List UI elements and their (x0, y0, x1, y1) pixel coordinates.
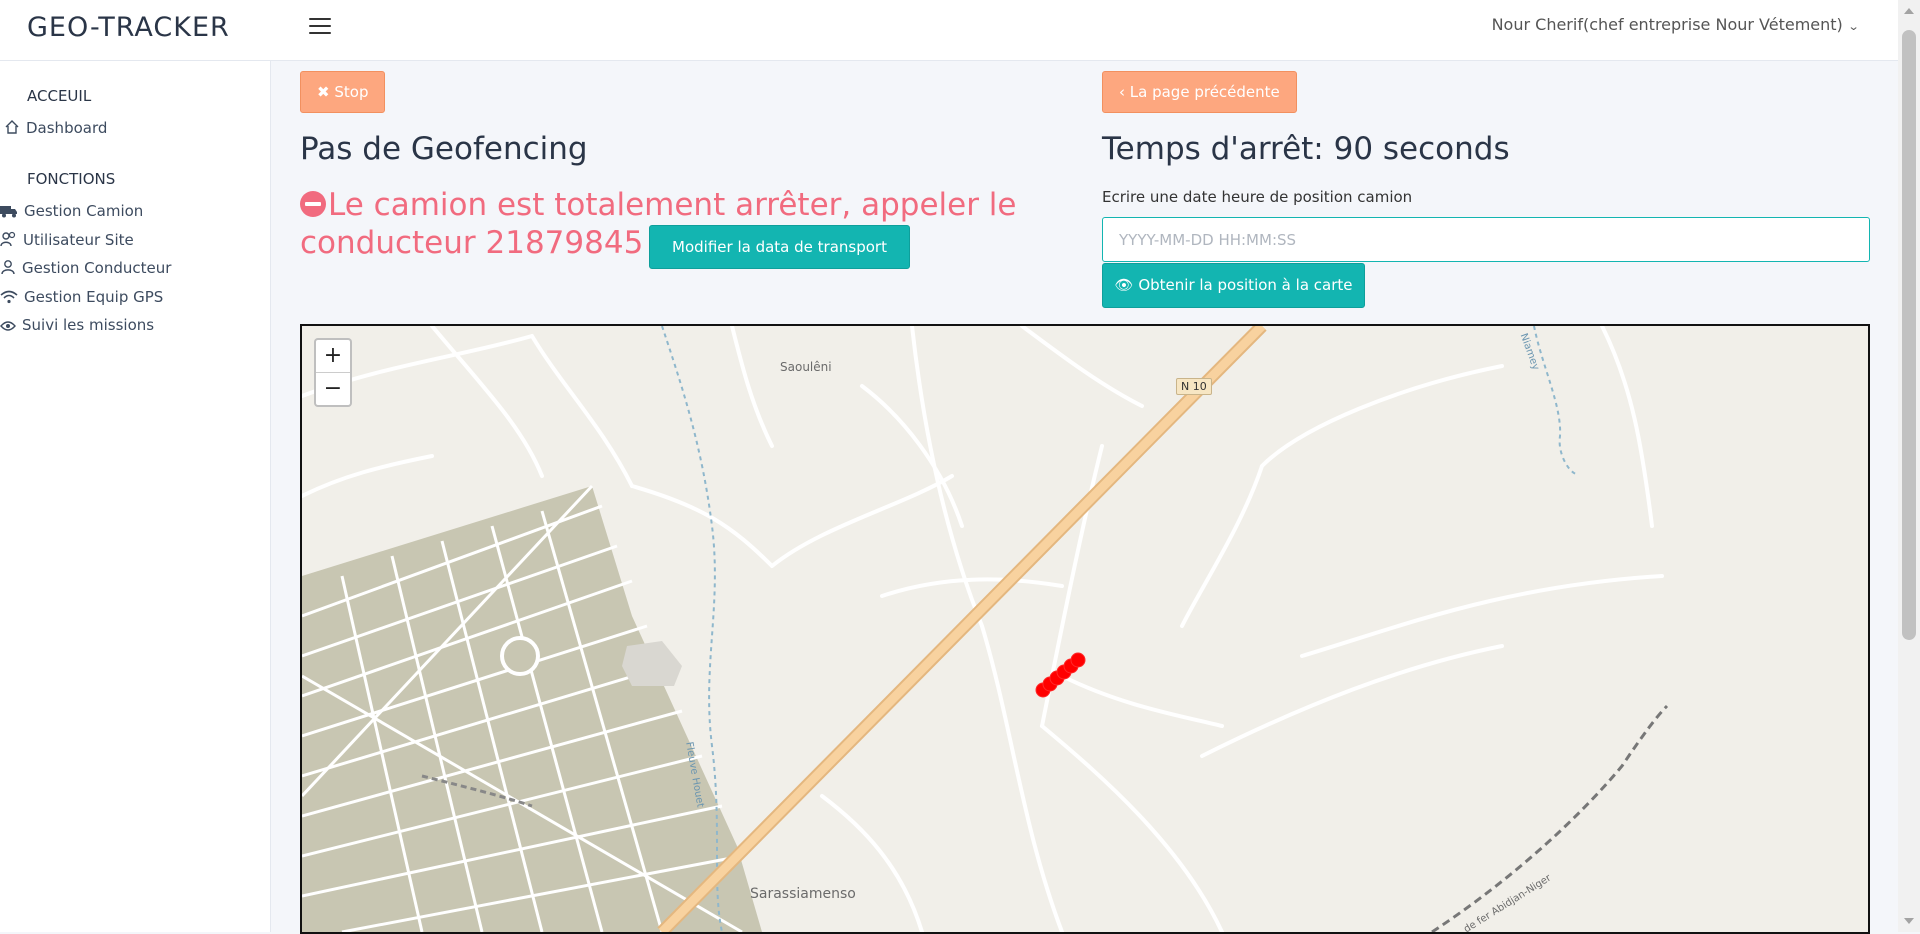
sidebar-section-fonctions: FONCTIONS (27, 170, 116, 188)
position-markers (1035, 652, 1086, 698)
zoom-out-button[interactable]: − (316, 372, 350, 405)
sidebar-item-label: Utilisateur Site (23, 231, 134, 249)
get-position-button[interactable]: 👁 Obtenir la position à la carte (1102, 263, 1365, 308)
modify-transport-button[interactable]: Modifier la data de transport (649, 225, 910, 269)
sidebar-item-gestion-conducteur[interactable]: Gestion Conducteur (0, 259, 171, 277)
app-brand[interactable]: GEO-TRACKER (27, 12, 230, 43)
users-icon (0, 231, 16, 247)
zoom-in-button[interactable]: + (316, 340, 350, 372)
eye-icon: 👁 (1114, 276, 1134, 294)
back-button-label: La page précédente (1129, 83, 1280, 101)
back-button[interactable]: ‹ La page précédente (1102, 71, 1297, 113)
sidebar-item-label: Gestion Camion (24, 202, 144, 220)
truck-position-marker[interactable] (1070, 652, 1086, 668)
sidebar-item-label: Suivi les missions (22, 316, 155, 334)
sidebar-item-label: Gestion Equip GPS (24, 288, 164, 306)
user-name: Nour Cherif(chef entreprise Nour Vétemen… (1491, 15, 1843, 34)
geofence-status-title: Pas de Geofencing (300, 131, 588, 167)
close-icon: ✖ (317, 83, 330, 101)
date-time-input[interactable] (1102, 217, 1870, 262)
eye-icon (0, 321, 16, 331)
scroll-down-icon[interactable] (1904, 918, 1914, 924)
map-zoom-control: + − (314, 338, 352, 407)
sidebar-item-dashboard[interactable]: Dashboard (4, 119, 107, 137)
user-icon (1, 260, 15, 275)
sidebar-item-label: Gestion Conducteur (22, 259, 172, 277)
sidebar-item-gestion-equip-gps[interactable]: Gestion Equip GPS (0, 288, 163, 306)
stop-time-title: Temps d'arrêt: 90 seconds (1102, 131, 1510, 167)
stop-button[interactable]: ✖ Stop (300, 71, 386, 113)
get-position-label: Obtenir la position à la carte (1138, 276, 1353, 294)
sidebar-item-label: Dashboard (26, 119, 108, 137)
date-field-label: Ecrire une date heure de position camion (1102, 188, 1413, 206)
minus-circle-icon (300, 191, 326, 217)
chevron-left-icon: ‹ (1119, 83, 1125, 101)
sidebar-item-suivi-missions[interactable]: Suivi les missions (0, 316, 154, 334)
truck-icon (0, 206, 17, 218)
sidebar-item-utilisateur-site[interactable]: Utilisateur Site (0, 231, 134, 249)
sidebar: ACCEUIL Dashboard FONCTIONS Gestion Cami… (0, 61, 271, 932)
stop-button-label: Stop (334, 83, 369, 101)
home-icon (5, 120, 19, 134)
page-scrollbar[interactable] (1898, 0, 1920, 932)
user-menu[interactable]: Nour Cherif(chef entreprise Nour Vétemen… (1491, 15, 1860, 34)
map-view[interactable]: N 10 Saoulêni Sarassiamenso Fleuve Houet… (300, 324, 1870, 934)
chevron-down-icon: ⌄ (1847, 20, 1860, 33)
top-navbar: GEO-TRACKER Nour Cherif(chef entreprise … (0, 0, 1898, 61)
sidebar-section-accueil: ACCEUIL (27, 87, 92, 105)
scroll-up-icon[interactable] (1904, 8, 1914, 14)
scrollbar-thumb[interactable] (1902, 30, 1916, 640)
menu-toggle-icon[interactable] (309, 18, 331, 36)
wifi-icon (0, 290, 18, 304)
sidebar-item-gestion-camion[interactable]: Gestion Camion (0, 202, 143, 220)
